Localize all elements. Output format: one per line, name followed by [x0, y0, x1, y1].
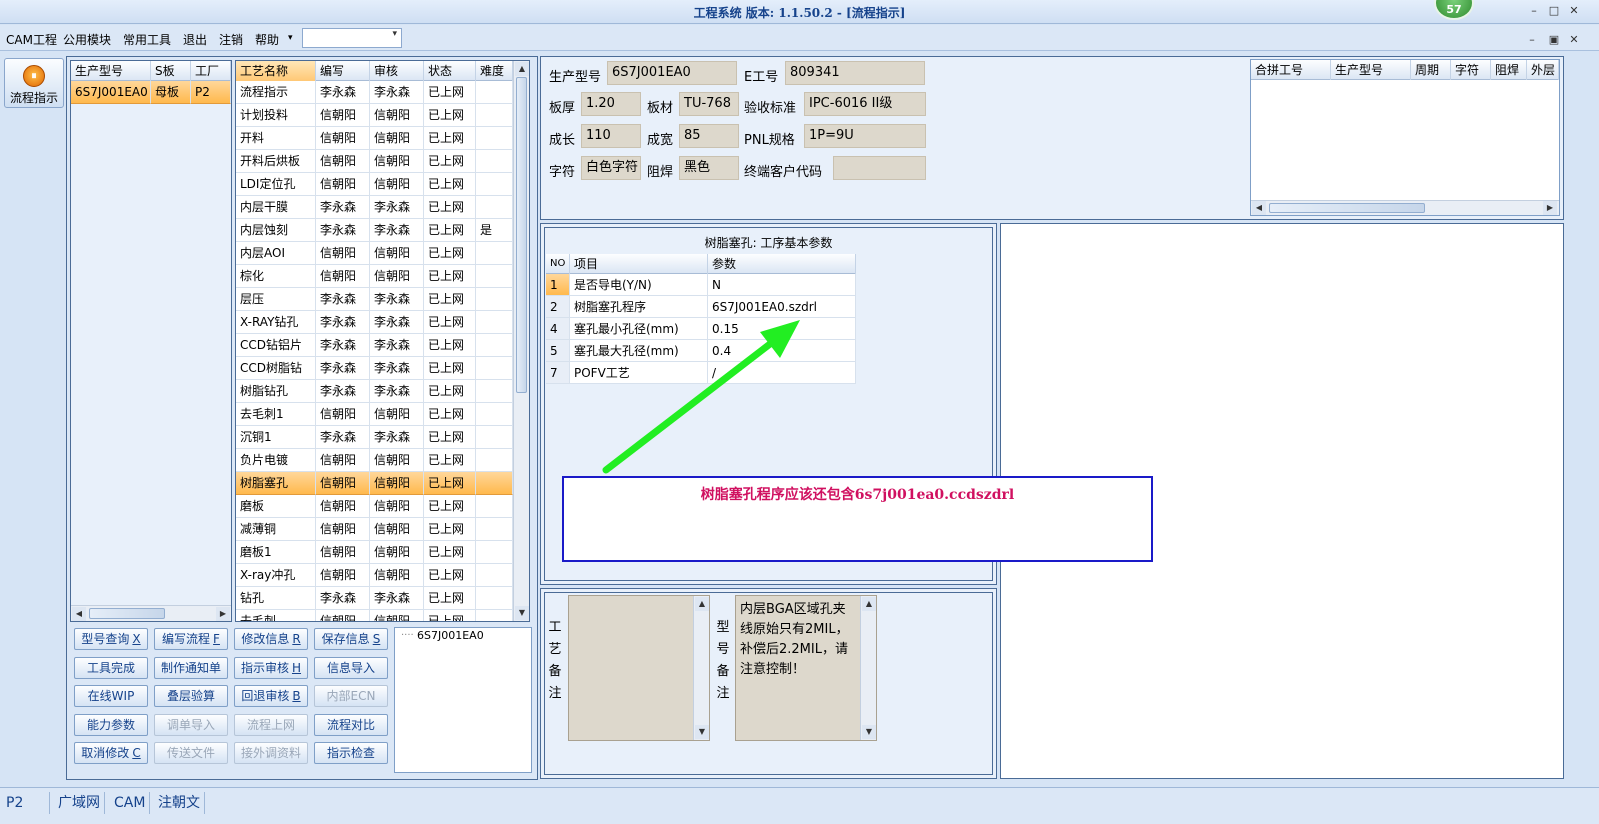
annotation-arrow: [602, 320, 800, 474]
status-network: 广域网: [54, 792, 105, 814]
status-bar: P2 ▾ 广域网 CAM 注朝文: [0, 787, 1599, 824]
status-module: CAM: [110, 792, 151, 814]
arrow-head: [760, 320, 800, 358]
factory-value: P2: [6, 795, 24, 811]
factory-select[interactable]: P2 ▾: [2, 792, 50, 824]
annotation-box: 树脂塞孔程序应该还包含6s7j001ea0.ccdszdrl: [562, 476, 1153, 562]
status-user: 注朝文: [154, 792, 205, 814]
annotation-text: 树脂塞孔程序应该还包含6s7j001ea0.ccdszdrl: [700, 487, 1015, 503]
arrow-shaft: [602, 340, 774, 474]
